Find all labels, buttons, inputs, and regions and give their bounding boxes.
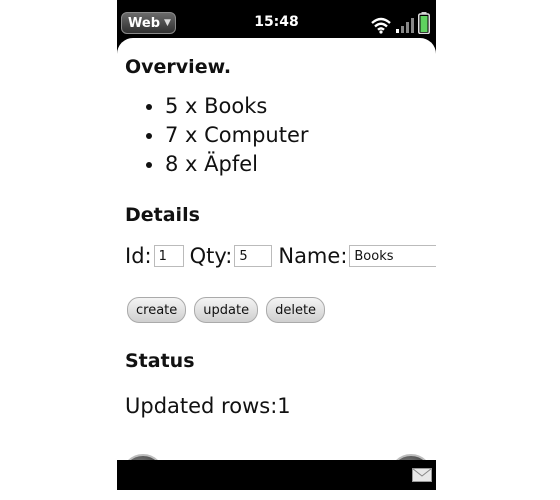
mail-icon[interactable] [412, 468, 432, 482]
content-card: Overview. 5 x Books 7 x Computer 8 x Äpf… [117, 38, 436, 490]
update-button[interactable]: update [194, 297, 259, 323]
qty-label: Qty: [189, 244, 233, 268]
list-item: 5 x Books [165, 92, 309, 121]
list-item: 8 x Äpfel [165, 150, 309, 179]
status-text: Updated rows:1 [125, 394, 291, 418]
details-form: Id: Qty: Name: [125, 244, 436, 268]
status-icons [370, 12, 430, 34]
overview-heading: Overview. [125, 56, 232, 78]
name-label: Name: [278, 244, 348, 268]
wifi-icon [371, 17, 391, 34]
list-item: 7 x Computer [165, 121, 309, 150]
action-buttons: create update delete [127, 297, 326, 323]
delete-button[interactable]: delete [266, 297, 326, 323]
bottom-bar [117, 460, 436, 490]
id-label: Id: [125, 244, 152, 268]
battery-icon [418, 12, 430, 34]
status-bar: Web ▼ 15:48 [117, 0, 436, 40]
name-field[interactable] [349, 245, 436, 267]
overview-list: 5 x Books 7 x Computer 8 x Äpfel [125, 92, 309, 179]
qty-field[interactable] [234, 245, 273, 267]
create-button[interactable]: create [127, 297, 187, 323]
id-field[interactable] [153, 245, 184, 267]
details-heading: Details [125, 204, 200, 226]
signal-bars-icon [396, 18, 414, 33]
status-heading: Status [125, 350, 195, 372]
phone-screen: Web ▼ 15:48 Overview. • 5 x Books • 7 x … [117, 0, 436, 490]
